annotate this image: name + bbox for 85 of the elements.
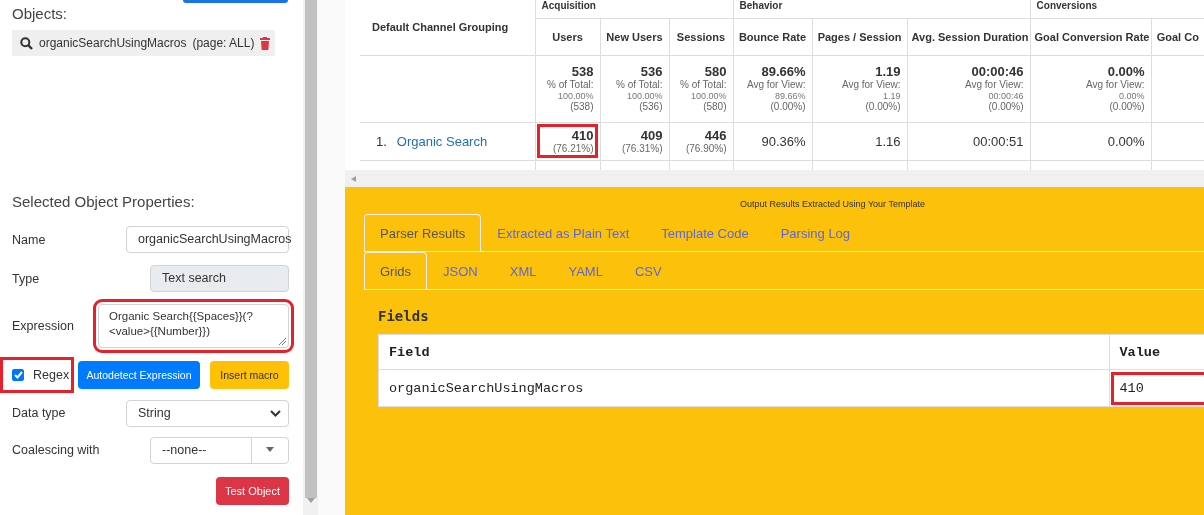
column-header[interactable]: Sessions <box>669 18 733 55</box>
insert-macro-button[interactable]: Insert macro <box>210 361 289 389</box>
toolbar-button[interactable] <box>183 0 288 3</box>
metric-cell: 00:00:51 <box>907 122 1031 160</box>
field-label: Type <box>12 271 40 286</box>
total-change: (0.00%) <box>987 101 1024 113</box>
metric-cell: 0.00% <box>1030 122 1152 160</box>
total-value: 89.66% <box>760 64 806 80</box>
total-change: (580) <box>702 101 727 113</box>
total-label: Avg for View: <box>964 79 1024 91</box>
total-change: (538) <box>569 101 594 113</box>
resize-grip-icon[interactable] <box>278 337 286 345</box>
group-header: Behavior <box>733 0 1031 18</box>
total-reference: 1.19 <box>882 90 901 102</box>
channel-link[interactable]: Organic Search <box>396 133 488 149</box>
field-label: Expression <box>12 319 74 333</box>
search-icon <box>20 36 33 50</box>
value-cell: 410 <box>1109 369 1204 407</box>
column-header[interactable]: Users <box>535 18 600 55</box>
group-header: Conversions <box>1030 0 1204 18</box>
total-reference: 89.66% <box>774 90 806 102</box>
column-header: Default Channel Grouping <box>360 0 535 55</box>
total-label: % of Total: <box>679 79 727 91</box>
field-label: Name <box>12 232 46 247</box>
total-value: 538 <box>570 64 594 80</box>
field-cell: organicSearchUsingMacros <box>378 369 1109 407</box>
total-label: % of Total: <box>546 79 594 91</box>
total-label: % of Total: <box>615 79 663 91</box>
total-reference: 100.00% <box>690 90 727 102</box>
type-field[interactable]: Text search <box>150 265 289 292</box>
column-header[interactable]: Avg. Session Duration <box>907 18 1031 55</box>
field-label: Data type <box>12 406 66 420</box>
total-label: Avg for View: <box>840 79 901 91</box>
column-header[interactable]: Pages / Session <box>812 18 907 55</box>
total-reference: 100.00% <box>556 90 594 102</box>
test-object-button[interactable]: Test Object <box>216 477 289 505</box>
object-name: organicSearchUsingMacros <box>39 36 187 50</box>
field-label: Coalescing with <box>12 443 100 457</box>
metric-cell: 90.36% <box>733 122 812 160</box>
caret-icon <box>266 447 274 453</box>
metric-cell: 409 (76.31%) <box>600 122 669 160</box>
chevron-down-icon <box>269 409 281 417</box>
column-header[interactable]: Goal Conversion Rate <box>1030 18 1152 55</box>
total-reference: 0.00% <box>1118 90 1145 102</box>
metric-cell: 446 (76.90%) <box>669 122 733 160</box>
trash-icon[interactable] <box>260 36 271 50</box>
total-label: Avg for View: <box>745 79 806 91</box>
total-change: (0.00%) <box>769 101 806 113</box>
coalescing-select[interactable]: --none-- <box>150 436 289 464</box>
total-change: (536) <box>638 101 663 113</box>
data-type-select[interactable]: String <box>126 399 289 427</box>
total-reference: 00:00:46 <box>987 90 1024 102</box>
total-change: (0.00%) <box>1108 101 1145 113</box>
total-value: 1.19 <box>874 64 901 80</box>
scrollbar[interactable] <box>303 0 318 515</box>
regex-checkbox[interactable]: Regex <box>0 357 74 393</box>
total-value: 0.00% <box>1106 64 1145 80</box>
row-number: 1. <box>376 133 387 149</box>
column-header[interactable]: New Users <box>600 18 669 55</box>
fields-title: Fields <box>378 308 430 324</box>
group-header: Acquisition <box>535 0 733 18</box>
metric-cell: 1.16 <box>812 122 907 160</box>
total-value: 580 <box>703 64 727 80</box>
column-header: Value <box>1109 334 1204 370</box>
name-field[interactable]: organicSearchUsingMacros <box>126 226 289 253</box>
object-item[interactable]: organicSearchUsingMacros (page: ALL) <box>12 30 275 56</box>
object-scope: (page: ALL) <box>192 36 255 50</box>
result-tab[interactable]: Parser Results <box>364 214 482 252</box>
total-change: (0.00%) <box>864 101 901 113</box>
total-reference: 100.00% <box>625 90 663 102</box>
scroll-left-icon <box>351 175 359 182</box>
metric-cell: 410 (76.21%) <box>535 122 600 160</box>
properties-title: Selected Object Properties: <box>12 193 196 210</box>
total-value: 00:00:46 <box>970 64 1024 80</box>
total-value: 536 <box>639 64 663 80</box>
format-tab[interactable]: Grids <box>364 252 428 290</box>
column-header[interactable]: Goal Co <box>1151 18 1204 55</box>
horizontal-scrollbar[interactable] <box>345 170 1204 187</box>
objects-label: Objects: <box>12 5 69 22</box>
autodetect-button[interactable]: Autodetect Expression <box>78 361 200 389</box>
output-title: Output Results Extracted Using Your Template <box>740 199 925 209</box>
column-header: Field <box>378 334 1109 370</box>
total-label: Avg for View: <box>1085 79 1145 91</box>
checkmark-icon <box>13 371 23 379</box>
column-header[interactable]: Bounce Rate <box>733 18 812 55</box>
